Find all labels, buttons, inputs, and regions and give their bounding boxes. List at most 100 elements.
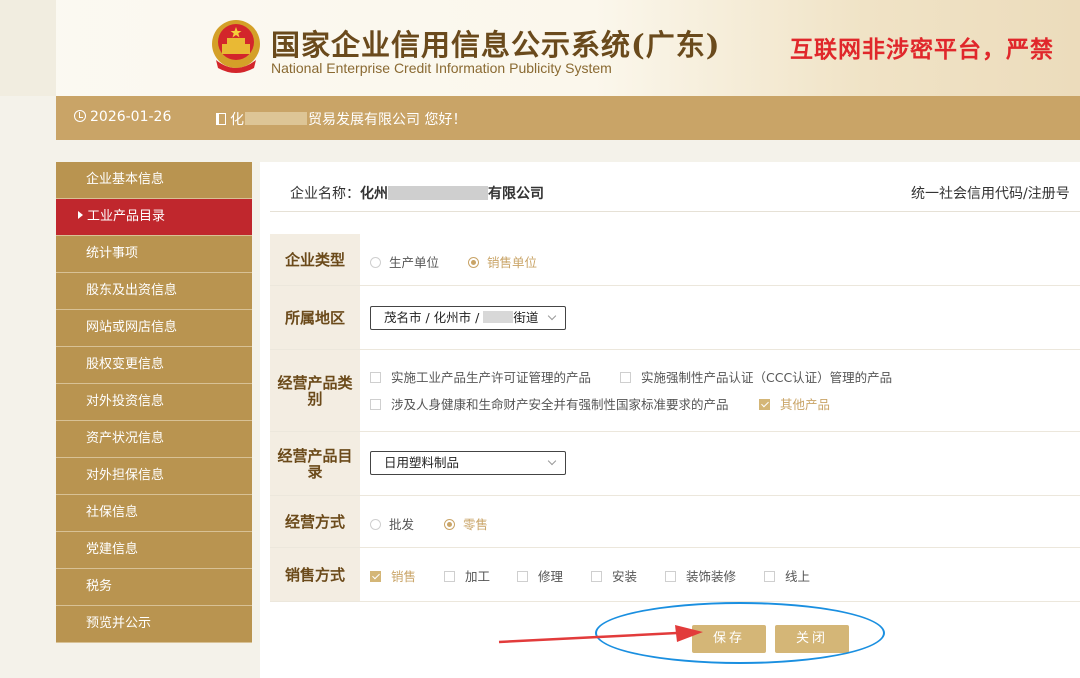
checkbox-repair[interactable]: 修理: [517, 566, 563, 585]
region-value-suffix: 街道: [513, 310, 539, 325]
option-label: 涉及人身健康和生命财产安全并有强制性国家标准要求的产品: [391, 397, 729, 412]
option-label: 其他产品: [780, 397, 831, 412]
checkbox-processing[interactable]: 加工: [444, 566, 490, 585]
sidebar-item-label: 税务: [86, 579, 113, 594]
redaction-mask: [483, 311, 514, 323]
region-select[interactable]: 茂名市 / 化州市 / 街道: [370, 306, 566, 330]
option-label: 安装: [612, 569, 638, 584]
radio-icon: [370, 519, 381, 530]
checkbox-sales[interactable]: 销售: [370, 566, 416, 585]
checkbox-icon: [370, 399, 381, 410]
radio-selected-icon: [444, 519, 455, 530]
company-name-prefix: 化州: [360, 186, 388, 202]
option-label: 实施强制性产品认证（CCC认证）管理的产品: [641, 370, 893, 385]
checkbox-installation[interactable]: 安装: [591, 566, 637, 585]
sidebar-item-label: 预览并公示: [86, 616, 152, 631]
field-label: 经营产品类别: [270, 350, 360, 431]
option-label: 零售: [463, 517, 489, 532]
sidebar-item-investment[interactable]: 对外投资信息: [56, 384, 252, 421]
sidebar-item-label: 企业基本信息: [86, 172, 165, 187]
option-label: 实施工业产品生产许可证管理的产品: [391, 370, 592, 385]
checkbox-decoration[interactable]: 装饰装修: [665, 566, 736, 585]
sidebar-item-party[interactable]: 党建信息: [56, 532, 252, 569]
sidebar-item-guarantee[interactable]: 对外担保信息: [56, 458, 252, 495]
checkbox-icon: [665, 571, 676, 582]
sidebar-item-equity-change[interactable]: 股权变更信息: [56, 347, 252, 384]
product-catalog-form: 企业类型 生产单位 销售单位 所属地区 茂名市 / 化州市 / 街道 经营产品类…: [270, 234, 1080, 602]
option-label: 批发: [389, 517, 415, 532]
user-greeting: 化 贸易发展有限公司 您好！: [216, 109, 466, 129]
sidebar-item-label: 股权变更信息: [86, 357, 165, 372]
sidebar-item-label: 资产状况信息: [86, 431, 165, 446]
sidebar-item-industrial-products[interactable]: 工业产品目录: [56, 199, 252, 236]
sidebar-item-label: 工业产品目录: [87, 209, 166, 224]
option-label: 线上: [785, 569, 811, 584]
current-date: 2026-01-26: [74, 109, 171, 125]
sidebar-item-website[interactable]: 网站或网店信息: [56, 310, 252, 347]
checkbox-production-license[interactable]: 实施工业产品生产许可证管理的产品: [370, 367, 591, 386]
option-label: 销售: [391, 569, 417, 584]
sidebar-item-label: 社保信息: [86, 505, 139, 520]
radio-wholesale[interactable]: 批发: [370, 514, 414, 533]
checkbox-checked-icon: [370, 571, 381, 582]
sidebar-item-label: 统计事项: [86, 246, 139, 261]
option-label: 生产单位: [389, 255, 440, 270]
sidebar-item-preview-publish[interactable]: 预览并公示: [56, 606, 252, 643]
active-arrow-icon: [78, 211, 83, 219]
sidebar-item-label: 党建信息: [86, 542, 139, 557]
company-name: 企业名称：化州 有限公司: [290, 183, 544, 203]
company-name-suffix: 有限公司: [488, 186, 544, 202]
greeting-suffix: 贸易发展有限公司 您好！: [308, 112, 467, 128]
info-bar: 2026-01-26 化 贸易发展有限公司 您好！: [56, 96, 1080, 140]
checkbox-health-safety[interactable]: 涉及人身健康和生命财产安全并有强制性国家标准要求的产品: [370, 394, 729, 413]
clock-icon: [74, 110, 86, 122]
option-label: 修理: [538, 569, 564, 584]
row-business-mode: 经营方式 批发 零售: [270, 496, 1080, 548]
radio-production-unit[interactable]: 生产单位: [370, 252, 439, 271]
company-name-label: 企业名称：: [290, 186, 360, 202]
row-product-category: 经营产品类别 实施工业产品生产许可证管理的产品 实施强制性产品认证（CCC认证）…: [270, 350, 1080, 432]
checkbox-ccc-certification[interactable]: 实施强制性产品认证（CCC认证）管理的产品: [620, 367, 892, 386]
field-label: 所属地区: [270, 286, 360, 349]
company-header: 企业名称：化州 有限公司 统一社会信用代码/注册号: [270, 172, 1080, 212]
sidebar-item-tax[interactable]: 税务: [56, 569, 252, 606]
checkbox-icon: [517, 571, 528, 582]
sidebar-item-label: 股东及出资信息: [86, 283, 178, 298]
pointer-arrow-icon: [498, 625, 703, 644]
sidebar-item-social-security[interactable]: 社保信息: [56, 495, 252, 532]
national-emblem-icon: [212, 20, 260, 73]
sidebar-item-shareholders[interactable]: 股东及出资信息: [56, 273, 252, 310]
sidebar-item-statistics[interactable]: 统计事项: [56, 236, 252, 273]
chevron-down-icon: [547, 311, 557, 321]
site-header: 国家企业信用信息公示系统(广东) National Enterprise Cre…: [0, 0, 1080, 96]
checkbox-icon: [370, 372, 381, 383]
radio-sales-unit[interactable]: 销售单位: [468, 252, 537, 271]
product-catalog-select[interactable]: 日用塑料制品: [370, 451, 566, 475]
date-text: 2026-01-26: [90, 109, 172, 125]
row-sales-mode: 销售方式 销售 加工 修理 安装 装饰装修 线上: [270, 548, 1080, 602]
row-product-catalog: 经营产品目录 日用塑料制品: [270, 432, 1080, 496]
sidebar-item-basic-info[interactable]: 企业基本信息: [56, 162, 252, 199]
checkbox-icon: [620, 372, 631, 383]
redaction-mask: [245, 112, 307, 125]
chevron-down-icon: [547, 456, 557, 466]
row-enterprise-type: 企业类型 生产单位 销售单位: [270, 234, 1080, 286]
field-label: 经营产品目录: [270, 432, 360, 495]
option-label: 销售单位: [487, 255, 538, 270]
region-value-prefix: 茂名市 / 化州市 /: [384, 310, 480, 325]
sidebar-item-label: 对外投资信息: [86, 394, 165, 409]
main-panel: 企业名称：化州 有限公司 统一社会信用代码/注册号 企业类型 生产单位 销售单位 …: [260, 162, 1080, 678]
radio-icon: [370, 257, 381, 268]
product-catalog-value: 日用塑料制品: [384, 455, 460, 470]
option-label: 装饰装修: [686, 569, 737, 584]
sidebar-item-label: 对外担保信息: [86, 468, 165, 483]
sidebar-item-assets[interactable]: 资产状况信息: [56, 421, 252, 458]
site-subtitle: National Enterprise Credit Information P…: [271, 60, 612, 76]
security-notice: 互联网非涉密平台，严禁: [790, 37, 1054, 63]
checkbox-other-products[interactable]: 其他产品: [759, 394, 830, 413]
checkbox-online[interactable]: 线上: [764, 566, 810, 585]
radio-retail[interactable]: 零售: [444, 514, 488, 533]
redaction-mask: [388, 186, 488, 200]
sidebar-nav: 企业基本信息 工业产品目录 统计事项 股东及出资信息 网站或网店信息 股权变更信…: [56, 162, 252, 643]
sidebar-item-label: 网站或网店信息: [86, 320, 178, 335]
